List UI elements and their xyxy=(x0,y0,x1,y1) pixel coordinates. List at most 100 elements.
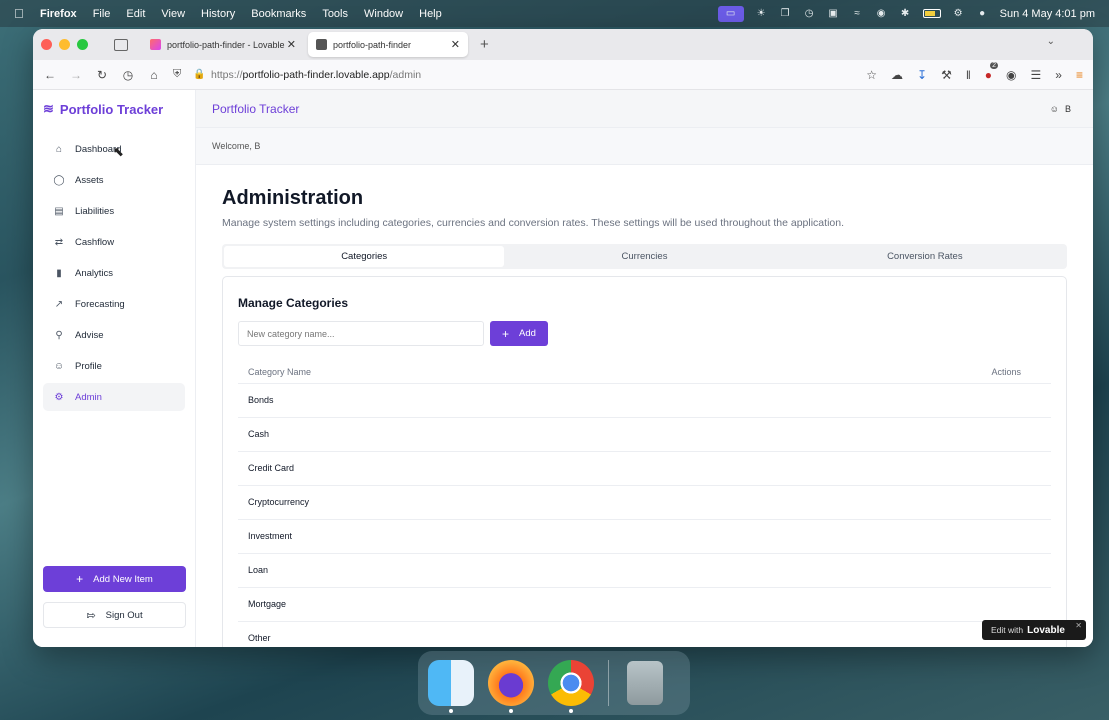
menu-window[interactable]: Window xyxy=(364,8,403,20)
menu-icon[interactable]: ≡ xyxy=(1076,68,1083,82)
siri-icon[interactable]: ● xyxy=(976,8,989,20)
shield-icon[interactable]: ⛨ xyxy=(173,68,185,81)
sidebar-item-label: Cashflow xyxy=(75,236,115,248)
account-icon[interactable]: ◉ xyxy=(875,8,888,20)
sidebar-item-admin[interactable]: ⚙ Admin xyxy=(43,383,185,411)
tab-list-icon[interactable] xyxy=(114,38,128,51)
close-tab-icon[interactable]: ✕ xyxy=(451,38,460,51)
browser-tab-active[interactable]: portfolio-path-finder ✕ xyxy=(308,32,468,57)
library-icon[interactable]: ‖ xyxy=(966,68,971,82)
menu-view[interactable]: View xyxy=(161,8,185,20)
brand[interactable]: ≋ Portfolio Tracker xyxy=(33,90,195,128)
extensions-icon[interactable]: ⚒ xyxy=(941,68,952,82)
tab-currencies[interactable]: Currencies xyxy=(504,246,784,267)
history-icon[interactable]: ◷ xyxy=(115,68,141,82)
forward-arrow-icon[interactable]: → xyxy=(63,68,89,82)
menu-file[interactable]: File xyxy=(93,8,111,20)
new-tab-icon[interactable]: + xyxy=(480,36,489,53)
sidebar-item-cashflow[interactable]: ⇄ Cashflow xyxy=(43,228,185,256)
download-icon[interactable]: ↧ xyxy=(917,68,927,82)
back-arrow-icon[interactable]: ← xyxy=(37,68,63,82)
row-actions xyxy=(654,587,1051,622)
portfolio-logo-icon: ≋ xyxy=(43,101,54,116)
home-icon[interactable]: ⌂ xyxy=(141,68,167,82)
tab-conversion-rates[interactable]: Conversion Rates xyxy=(785,246,1065,267)
sidebar-item-profile[interactable]: ☺ Profile xyxy=(43,352,185,380)
tab-categories[interactable]: Categories xyxy=(224,246,505,267)
address-bar[interactable]: ⛨ 🔒 https://portfolio-path-finder.lovabl… xyxy=(173,64,813,86)
bookmark-star-icon[interactable]: ☆ xyxy=(866,68,877,82)
app-root: ≋ Portfolio Tracker ⌂ Dashboard ◯ Assets… xyxy=(33,90,1093,647)
sidebar-item-analytics[interactable]: ▮ Analytics xyxy=(43,259,185,287)
sidebar: ≋ Portfolio Tracker ⌂ Dashboard ◯ Assets… xyxy=(33,90,196,647)
sidebar-item-liabilities[interactable]: ▤ Liabilities xyxy=(43,197,185,225)
welcome-message: Welcome, B xyxy=(196,128,1093,165)
lock-icon[interactable]: 🔒 xyxy=(193,69,205,80)
screen-mirror-icon[interactable]: ▭ xyxy=(717,5,744,22)
close-badge-icon[interactable]: ✕ xyxy=(1075,621,1082,630)
edit-with-lovable-badge[interactable]: Edit with Lovable ✕ xyxy=(982,620,1086,640)
reload-icon[interactable]: ↻ xyxy=(89,68,115,82)
sign-out-button[interactable]: ⇰ Sign Out xyxy=(43,602,186,628)
mouse-cursor-icon: ⬉ xyxy=(113,144,124,159)
menu-history[interactable]: History xyxy=(201,8,235,20)
minimize-window-button[interactable] xyxy=(59,39,70,50)
layers-icon[interactable]: ☰ xyxy=(1031,68,1042,82)
overflow-icon[interactable]: » xyxy=(1055,68,1062,82)
brand-name: Portfolio Tracker xyxy=(59,101,164,117)
sidebar-item-label: Admin xyxy=(75,391,102,403)
apple-icon[interactable]:  xyxy=(14,6,28,21)
macos-dock xyxy=(418,651,690,715)
cloud-icon[interactable]: ☁ xyxy=(891,68,903,82)
arrows-icon: ⇄ xyxy=(54,236,64,248)
sidebar-item-assets[interactable]: ◯ Assets xyxy=(43,166,185,194)
chevron-down-icon[interactable]: ⌄ xyxy=(1047,36,1055,47)
maximize-window-button[interactable] xyxy=(77,39,88,50)
sidebar-item-advise[interactable]: ⚲ Advise xyxy=(43,321,185,349)
sidebar-item-forecasting[interactable]: ↗ Forecasting xyxy=(43,290,185,318)
url-path: /admin xyxy=(389,68,422,81)
wifi-icon[interactable]: ≈ xyxy=(851,8,864,20)
menu-bookmarks[interactable]: Bookmarks xyxy=(251,8,306,20)
page-description: Manage system settings including categor… xyxy=(222,217,844,229)
running-indicator xyxy=(569,709,573,713)
menu-app-name[interactable]: Firefox xyxy=(40,8,77,20)
window-icon[interactable]: ❐ xyxy=(779,8,792,20)
trash-icon[interactable] xyxy=(627,661,663,705)
row-actions xyxy=(654,417,1051,452)
pocket-icon[interactable]: ◉ xyxy=(1006,68,1016,82)
browser-tab-lovable[interactable]: portfolio-path-finder - Lovable ✕ xyxy=(142,32,304,57)
bulb-icon: ⚲ xyxy=(55,329,63,341)
close-window-button[interactable] xyxy=(41,39,52,50)
menu-edit[interactable]: Edit xyxy=(126,8,145,20)
extension-badge-icon[interactable]: ● 2 xyxy=(985,61,999,82)
timer-icon[interactable]: ◷ xyxy=(803,8,816,20)
user-menu[interactable]: ☺ B xyxy=(1050,104,1071,114)
new-category-input[interactable] xyxy=(238,321,484,346)
control-center-icon[interactable]: ⚙ xyxy=(952,8,965,20)
row-actions xyxy=(654,485,1051,520)
tab-bar: portfolio-path-finder - Lovable ✕ portfo… xyxy=(33,29,1093,60)
table-header-row: Category Name Actions xyxy=(238,361,1051,384)
battery-icon[interactable] xyxy=(922,9,941,18)
brightness-icon[interactable]: ☀ xyxy=(755,8,768,20)
chrome-icon[interactable] xyxy=(548,660,594,713)
menubar-clock[interactable]: Sun 4 May 4:01 pm xyxy=(1000,8,1095,20)
close-tab-icon[interactable]: ✕ xyxy=(287,38,296,51)
menu-tools[interactable]: Tools xyxy=(322,8,348,20)
sidebar-item-label: Profile xyxy=(75,360,102,372)
display-icon[interactable]: ▣ xyxy=(827,8,840,20)
header-title[interactable]: Portfolio Tracker xyxy=(212,102,299,116)
add-category-label: Add xyxy=(519,328,536,339)
add-new-item-button[interactable]: + Add New Item xyxy=(43,566,186,592)
add-category-button[interactable]: + Add xyxy=(490,321,548,346)
chart-icon: ▮ xyxy=(56,267,62,279)
categories-heading: Manage Categories xyxy=(238,296,349,310)
row-actions xyxy=(654,519,1051,554)
menu-help[interactable]: Help xyxy=(419,8,442,20)
table-row: Investment xyxy=(238,519,1051,554)
bluetooth-icon[interactable]: ✱ xyxy=(899,8,912,20)
finder-icon[interactable] xyxy=(428,660,474,713)
firefox-icon[interactable] xyxy=(488,660,534,713)
badge-brand: Lovable xyxy=(1027,624,1065,636)
